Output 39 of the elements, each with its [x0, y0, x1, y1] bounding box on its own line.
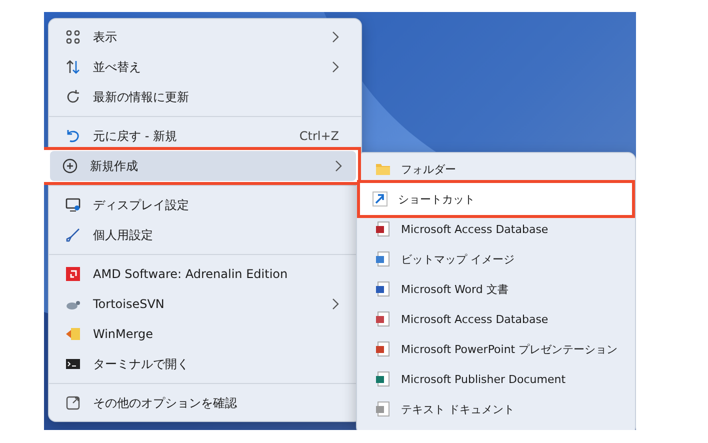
menu-item[interactable]: ターミナルで開く — [53, 349, 353, 379]
document-icon — [375, 281, 391, 297]
sort-icon — [65, 59, 81, 75]
menu-item[interactable]: TortoiseSVN — [53, 289, 353, 319]
refresh-icon — [65, 89, 81, 105]
menu-item[interactable]: Microsoft Word 文書 — [365, 274, 627, 304]
display-icon — [65, 197, 81, 213]
document-icon — [375, 251, 391, 267]
menu-item[interactable]: Microsoft PowerPoint プレゼンテーション — [365, 334, 627, 364]
document-icon — [375, 221, 391, 237]
folder-icon — [375, 161, 391, 177]
more-icon — [65, 395, 81, 411]
menu-item[interactable]: WinMerge — [53, 319, 353, 349]
menu-item[interactable]: 元に戻す - 新規 Ctrl+Z — [53, 121, 353, 151]
menu-item[interactable]: フォルダー — [365, 154, 627, 184]
menu-item[interactable]: Microsoft Publisher Document — [365, 364, 627, 394]
menu-item[interactable]: テキスト ドキュメント — [365, 394, 627, 424]
menu-item[interactable]: その他のオプションを確認 — [53, 388, 353, 418]
document-icon — [375, 341, 391, 357]
document-icon — [375, 401, 391, 417]
document-icon — [375, 311, 391, 327]
terminal-icon — [65, 356, 81, 372]
menu-item[interactable]: 表示 — [53, 22, 353, 52]
menu-item[interactable]: 新規作成 — [50, 151, 356, 181]
shortcut-text: Ctrl+Z — [299, 129, 339, 143]
document-icon — [375, 371, 391, 387]
menu-item[interactable]: ショートカット — [362, 184, 630, 214]
menu-item[interactable]: ビットマップ イメージ — [365, 244, 627, 274]
undo-icon — [65, 128, 81, 144]
menu-item[interactable]: AMD Software: Adrenalin Edition — [53, 259, 353, 289]
brush-icon — [65, 227, 81, 243]
menu-item[interactable]: 最新の情報に更新 — [53, 82, 353, 112]
menu-item[interactable]: ディスプレイ設定 — [53, 190, 353, 220]
plus-icon — [62, 158, 78, 174]
menu-item[interactable]: 並べ替え — [53, 52, 353, 82]
menu-item[interactable]: Microsoft Access Database — [365, 214, 627, 244]
grid-icon — [65, 29, 81, 45]
menu-item[interactable]: 個人用設定 — [53, 220, 353, 250]
menu-item[interactable]: Microsoft Access Database — [365, 304, 627, 334]
